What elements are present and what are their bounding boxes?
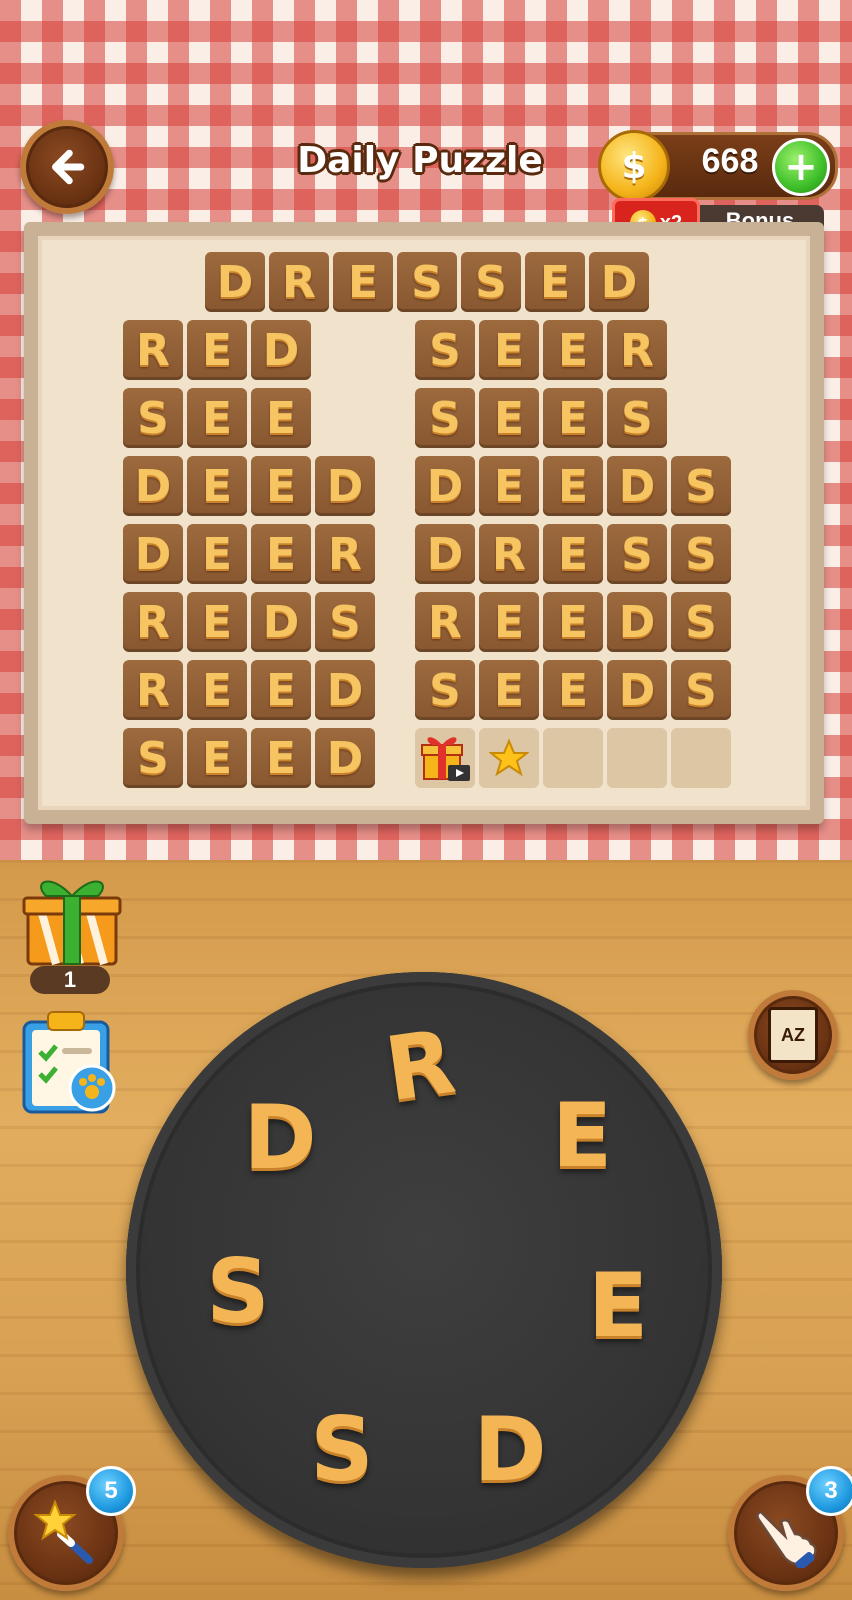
letter-tile: S	[397, 252, 457, 312]
pointing-hand-icon	[756, 1510, 817, 1568]
letter-tile: E	[187, 592, 247, 652]
empty-letter-slot	[543, 728, 603, 788]
magic-wand-icon	[33, 1499, 93, 1564]
letter-tile: E	[479, 456, 539, 516]
letter-tile: D	[123, 456, 183, 516]
letter-tile: D	[589, 252, 649, 312]
letter-tile: E	[543, 320, 603, 380]
wheel-letter[interactable]: S	[188, 1236, 288, 1346]
letter-tile: R	[123, 660, 183, 720]
letter-tile: E	[525, 252, 585, 312]
wheel-letter[interactable]: D	[230, 1082, 330, 1192]
letter-tile: S	[461, 252, 521, 312]
letter-tile: E	[543, 660, 603, 720]
letter-tile: S	[607, 524, 667, 584]
letter-tile: E	[187, 728, 247, 788]
letter-tile: E	[251, 388, 311, 448]
letter-tile: E	[543, 388, 603, 448]
letter-tile: D	[205, 252, 265, 312]
dictionary-icon: AZ	[768, 1007, 818, 1063]
dictionary-button[interactable]: AZ	[748, 990, 838, 1080]
letter-tile: E	[251, 456, 311, 516]
empty-letter-slot	[671, 728, 731, 788]
back-button[interactable]	[20, 120, 114, 214]
gift-video-icon	[421, 737, 470, 781]
empty-letter-slot	[479, 728, 539, 788]
letter-tile: D	[251, 320, 311, 380]
coin-count: 668	[701, 142, 759, 180]
letter-tile: S	[415, 388, 475, 448]
letter-tile: E	[543, 524, 603, 584]
letter-tile: D	[123, 524, 183, 584]
letter-tile: R	[415, 592, 475, 652]
letter-tile: E	[251, 728, 311, 788]
letter-tile: D	[415, 456, 475, 516]
letter-tile: E	[333, 252, 393, 312]
gift-box-icon	[22, 880, 122, 966]
letter-tile: E	[187, 524, 247, 584]
letter-tile: D	[607, 660, 667, 720]
letter-tile: S	[671, 524, 731, 584]
daily-tasks-button[interactable]	[20, 1008, 120, 1118]
letter-tile: E	[479, 592, 539, 652]
letter-tile: E	[251, 660, 311, 720]
letter-tile: R	[123, 592, 183, 652]
letter-tile: R	[123, 320, 183, 380]
letter-tile: D	[315, 456, 375, 516]
add-coins-button[interactable]: +	[772, 138, 830, 196]
star-icon	[489, 738, 529, 777]
letter-tile: E	[543, 592, 603, 652]
letter-tile: R	[607, 320, 667, 380]
letter-tile: E	[479, 320, 539, 380]
gift-count: 1	[30, 966, 110, 994]
letter-tile: E	[479, 660, 539, 720]
letter-tile: D	[251, 592, 311, 652]
letter-tile: E	[251, 524, 311, 584]
letter-tile: S	[671, 456, 731, 516]
empty-letter-slot	[607, 728, 667, 788]
letter-tile: E	[479, 388, 539, 448]
letter-tile: S	[415, 320, 475, 380]
empty-letter-slot[interactable]	[415, 728, 475, 788]
letter-tile: D	[315, 728, 375, 788]
page-title: Daily Puzzle	[297, 140, 543, 181]
letter-tile: D	[315, 660, 375, 720]
coin-icon: $	[598, 130, 670, 202]
wheel-letter[interactable]: E	[568, 1250, 668, 1360]
letter-tile: R	[479, 524, 539, 584]
letter-tile: D	[607, 456, 667, 516]
daily-gift-button[interactable]	[20, 868, 124, 980]
letter-tile: R	[269, 252, 329, 312]
clipboard-checklist-icon	[22, 1011, 116, 1114]
wheel-letter[interactable]: R	[363, 1004, 477, 1127]
hint-count-badge: 5	[86, 1466, 136, 1516]
letter-tile: S	[607, 388, 667, 448]
letter-tile: R	[315, 524, 375, 584]
back-arrow-icon	[52, 149, 85, 185]
letter-tile: D	[415, 524, 475, 584]
letter-tile: S	[671, 592, 731, 652]
finger-count-badge: 3	[806, 1466, 852, 1516]
letter-tile: E	[187, 660, 247, 720]
letter-tile: E	[543, 456, 603, 516]
letter-tile: S	[123, 388, 183, 448]
letter-tile: D	[607, 592, 667, 652]
letter-tile: E	[187, 456, 247, 516]
wheel-letter[interactable]: S	[292, 1394, 392, 1504]
wheel-letter[interactable]: E	[532, 1080, 632, 1190]
letter-tile: S	[315, 592, 375, 652]
letter-tile: E	[187, 320, 247, 380]
wheel-letter[interactable]: D	[460, 1394, 560, 1504]
letter-tile: S	[671, 660, 731, 720]
letter-tile: E	[187, 388, 247, 448]
letter-tile: S	[415, 660, 475, 720]
letter-tile: S	[123, 728, 183, 788]
